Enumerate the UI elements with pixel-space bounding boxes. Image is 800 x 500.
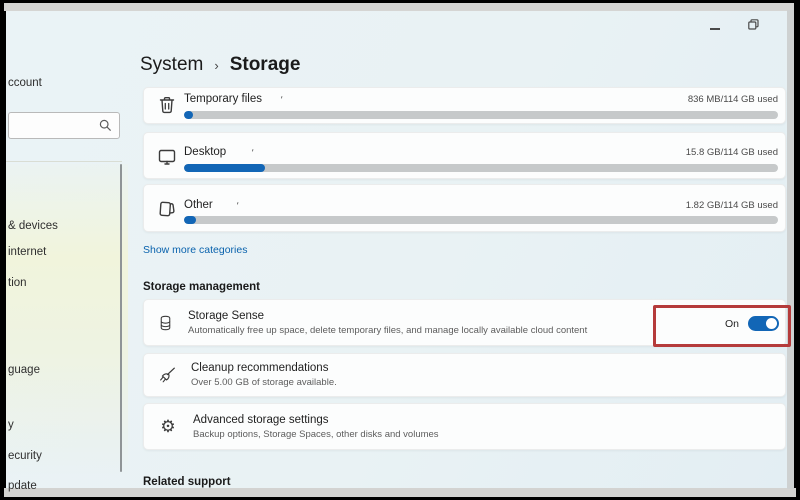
usage-bar: [184, 216, 778, 224]
category-row-desktop[interactable]: Desktop ' 15.8 GB/114 GB used: [143, 132, 786, 179]
account-name: ccount: [8, 77, 42, 89]
chevron-right-icon: ›: [214, 58, 219, 73]
cleanup-title: Cleanup recommendations: [191, 362, 329, 374]
category-label: Desktop: [184, 146, 227, 158]
usage-bar-fill: [184, 164, 266, 172]
toggle-knob: [766, 318, 777, 329]
section-heading-related-support: Related support: [143, 476, 231, 488]
usage-bar: [184, 111, 778, 119]
sidebar-item-time-language[interactable]: guage: [8, 364, 40, 376]
usage-text: 15.8 GB/114 GB used: [685, 147, 778, 158]
category-row-other[interactable]: Other ' 1.82 GB/114 GB used: [143, 184, 786, 232]
screen-right-edge: [787, 10, 794, 489]
storage-sense-title: Storage Sense: [188, 309, 265, 322]
screen-top-edge: [4, 3, 794, 11]
advanced-title: Advanced storage settings: [193, 413, 329, 426]
sidebar-item-windows-update[interactable]: pdate: [8, 480, 37, 492]
category-label: Temporary files: [184, 93, 262, 105]
breadcrumb-system[interactable]: System: [140, 54, 203, 76]
tick-mark: ': [234, 200, 240, 213]
sidebar-background: [6, 164, 128, 474]
sidebar-item-bluetooth-devices[interactable]: & devices: [8, 220, 58, 232]
tick-mark: ': [249, 147, 255, 160]
monitor-icon: [158, 149, 176, 165]
breadcrumb: System › Storage: [140, 54, 300, 76]
sidebar-item-network-internet[interactable]: internet: [8, 246, 46, 258]
window-controls: [710, 17, 759, 35]
storage-sense-subtitle: Automatically free up space, delete temp…: [188, 324, 588, 336]
cleanup-subtitle: Over 5.00 GB of storage available.: [191, 377, 337, 388]
document-icon: [159, 201, 175, 217]
screen-bottom-edge: [4, 488, 796, 497]
usage-text: 1.82 GB/114 GB used: [685, 200, 778, 211]
gear-icon: ⚙: [160, 416, 176, 437]
search-input[interactable]: [8, 112, 120, 139]
usage-bar-fill: [184, 111, 193, 119]
section-heading-storage-management: Storage management: [143, 281, 260, 293]
show-more-categories-link[interactable]: Show more categories: [143, 244, 247, 256]
sidebar-item-privacy-security[interactable]: ecurity: [8, 450, 42, 462]
settings-window: ccount & devices internet tion guage y e…: [6, 11, 791, 492]
sidebar-item-accessibility[interactable]: y: [8, 419, 14, 431]
storage-sense-row[interactable]: Storage Sense Automatically free up spac…: [143, 299, 791, 347]
usage-bar-fill: [184, 216, 196, 224]
category-label: Other: [184, 199, 213, 211]
toggle-state-label: On: [724, 317, 739, 330]
broom-icon: [160, 367, 175, 383]
advanced-storage-row[interactable]: ⚙ Advanced storage settings Backup optio…: [143, 403, 786, 450]
cleanup-recommendations-row[interactable]: Cleanup recommendations Over 5.00 GB of …: [143, 353, 786, 397]
sidebar-divider: [6, 161, 122, 162]
trash-icon: [159, 97, 175, 114]
minimize-button[interactable]: [710, 17, 720, 35]
storage-sense-toggle[interactable]: [748, 316, 779, 331]
category-row-temporary-files[interactable]: Temporary files ' 836 MB/114 GB used: [143, 87, 786, 124]
page-title: Storage: [229, 54, 301, 75]
storage-sense-toggle-area: On: [658, 307, 788, 340]
usage-bar: [184, 164, 778, 172]
sidebar-scrollbar[interactable]: [120, 164, 122, 472]
search-icon: [99, 119, 112, 132]
restore-icon: [748, 19, 759, 30]
minimize-icon: [710, 28, 720, 30]
restore-button[interactable]: [748, 17, 759, 35]
sidebar-item-personalization[interactable]: tion: [8, 277, 27, 289]
advanced-subtitle: Backup options, Storage Spaces, other di…: [193, 428, 439, 440]
tick-mark: ': [278, 94, 284, 107]
usage-text: 836 MB/114 GB used: [687, 94, 778, 105]
storage-sense-icon: [160, 315, 171, 330]
